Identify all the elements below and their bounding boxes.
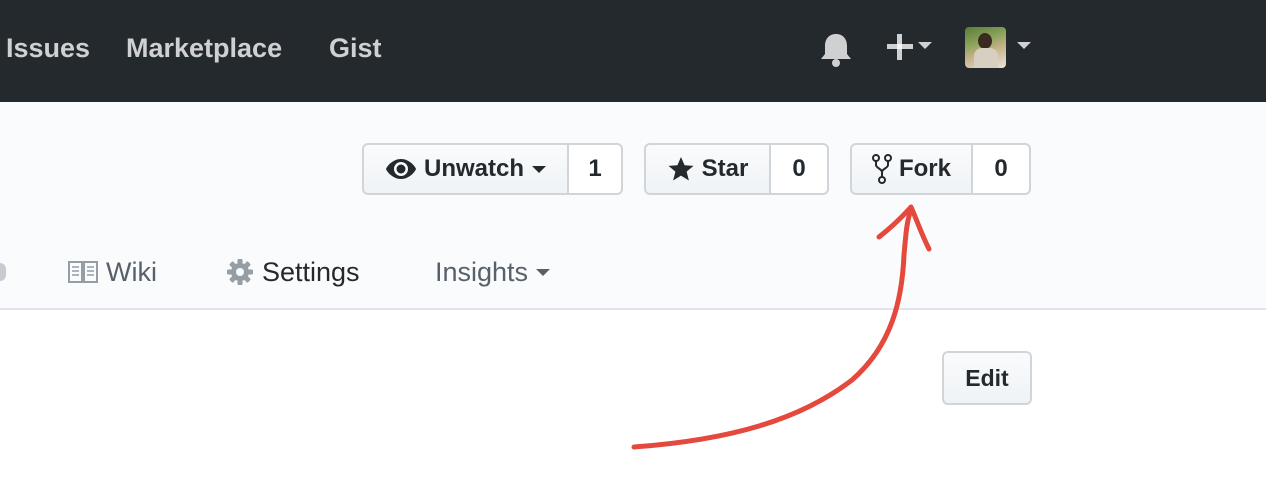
fork-label: Fork bbox=[898, 155, 951, 182]
site-header: Issues Marketplace Gist bbox=[0, 0, 1266, 102]
chevron-down-icon[interactable] bbox=[918, 42, 932, 49]
tab-wiki[interactable]: Wiki bbox=[68, 255, 157, 289]
tab-insights-label: Insights bbox=[435, 257, 529, 287]
chevron-down-icon bbox=[536, 268, 551, 276]
fork-button-group: Fork 0 bbox=[850, 143, 1031, 195]
tab-insights[interactable]: Insights bbox=[435, 255, 551, 289]
repo-header bbox=[0, 102, 1266, 310]
plus-icon[interactable] bbox=[886, 33, 914, 61]
edit-button[interactable]: Edit bbox=[942, 351, 1032, 405]
book-icon bbox=[68, 261, 98, 283]
forks-count[interactable]: 0 bbox=[973, 143, 1031, 195]
nav-issues[interactable]: Issues bbox=[6, 31, 90, 65]
chevron-down-icon bbox=[532, 165, 546, 173]
star-button[interactable]: Star bbox=[644, 143, 771, 195]
unwatch-label: Unwatch bbox=[423, 155, 524, 182]
avatar[interactable] bbox=[965, 27, 1006, 68]
eye-icon bbox=[385, 159, 416, 179]
star-icon bbox=[668, 157, 694, 181]
bell-icon[interactable] bbox=[818, 31, 854, 69]
fork-button[interactable]: Fork bbox=[850, 143, 973, 195]
star-label: Star bbox=[701, 155, 749, 182]
nav-marketplace[interactable]: Marketplace bbox=[126, 31, 282, 65]
watch-button-group: Unwatch 1 bbox=[362, 143, 623, 195]
watchers-count[interactable]: 1 bbox=[569, 143, 623, 195]
stargazers-count[interactable]: 0 bbox=[771, 143, 829, 195]
chevron-down-icon[interactable] bbox=[1017, 42, 1031, 49]
tab-settings-label: Settings bbox=[262, 257, 360, 287]
tab-settings[interactable]: Settings bbox=[226, 255, 360, 289]
nav-gist[interactable]: Gist bbox=[329, 31, 382, 65]
gear-icon bbox=[227, 259, 253, 285]
tab-wiki-label: Wiki bbox=[106, 257, 157, 287]
unwatch-button[interactable]: Unwatch bbox=[362, 143, 569, 195]
star-button-group: Star 0 bbox=[644, 143, 829, 195]
fork-icon bbox=[871, 154, 892, 184]
